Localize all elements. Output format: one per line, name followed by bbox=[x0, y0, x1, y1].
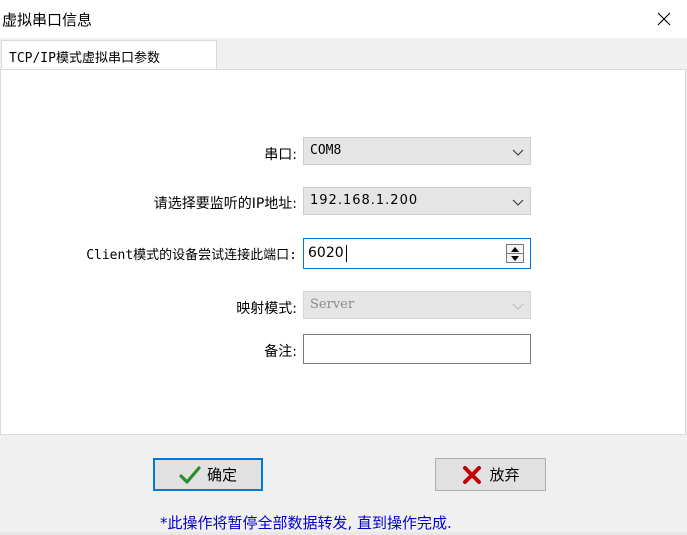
cancel-button[interactable]: 放弃 bbox=[435, 458, 546, 491]
x-mark-icon bbox=[463, 465, 482, 484]
title-bar: 虚拟串口信息 bbox=[0, 0, 687, 38]
spin-buttons bbox=[506, 244, 524, 263]
remark-input[interactable] bbox=[303, 334, 531, 364]
cancel-label: 放弃 bbox=[489, 466, 520, 484]
remark-label: 备注: bbox=[264, 344, 297, 360]
checkmark-icon bbox=[179, 465, 201, 484]
operation-note: *此操作将暂停全部数据转发, 直到操作完成. bbox=[160, 514, 452, 532]
triangle-up-icon bbox=[511, 246, 519, 252]
serial-port-label: 串口: bbox=[264, 147, 297, 163]
tab-tcpip-params[interactable]: TCP/IP模式虚拟串口参数 bbox=[1, 40, 217, 70]
spin-up-button[interactable] bbox=[507, 245, 523, 254]
tab-label: TCP/IP模式虚拟串口参数 bbox=[9, 51, 160, 66]
client-port-label: Client模式的设备尝试连接此端口: bbox=[86, 248, 297, 263]
mapping-mode-select: Server bbox=[303, 291, 531, 319]
window-title: 虚拟串口信息 bbox=[2, 11, 93, 29]
text-caret bbox=[346, 245, 347, 262]
triangle-down-icon bbox=[511, 255, 519, 261]
close-button[interactable] bbox=[641, 0, 687, 38]
chevron-down-icon bbox=[512, 149, 524, 156]
dialog-window: 虚拟串口信息 TCP/IP模式虚拟串口参数 串口: COM8 请选择要监听的IP… bbox=[0, 0, 687, 535]
serial-port-select[interactable]: COM8 bbox=[303, 137, 531, 165]
listen-ip-label: 请选择要监听的IP地址: bbox=[153, 196, 297, 212]
spin-down-button[interactable] bbox=[507, 254, 523, 262]
client-port-value: 6020 bbox=[308, 245, 344, 261]
listen-ip-value: 192.168.1.200 bbox=[310, 193, 419, 208]
ok-button[interactable]: 确定 bbox=[153, 458, 263, 491]
mapping-mode-label: 映射模式: bbox=[236, 301, 297, 317]
ok-label: 确定 bbox=[206, 466, 237, 484]
listen-ip-select[interactable]: 192.168.1.200 bbox=[303, 187, 531, 215]
chevron-down-icon bbox=[512, 199, 524, 206]
chevron-down-icon bbox=[512, 303, 524, 310]
client-port-spinbox[interactable]: 6020 bbox=[303, 238, 531, 269]
mapping-mode-value: Server bbox=[310, 297, 355, 312]
serial-port-value: COM8 bbox=[310, 143, 342, 158]
close-icon bbox=[657, 12, 671, 26]
